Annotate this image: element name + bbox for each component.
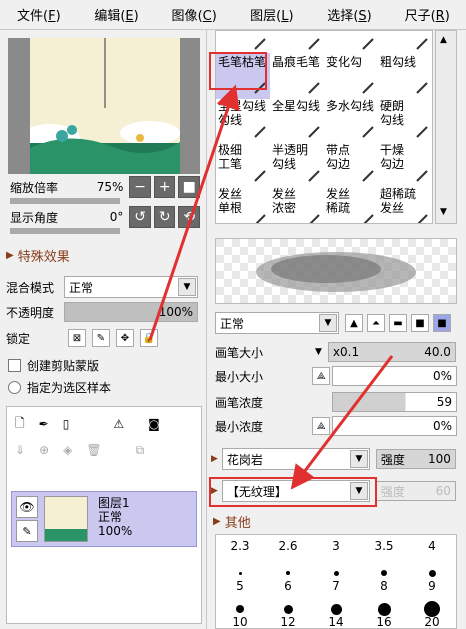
arrow-to-texture <box>290 355 394 490</box>
annotation-arrows <box>148 84 394 490</box>
arrow-to-brush <box>148 84 240 341</box>
